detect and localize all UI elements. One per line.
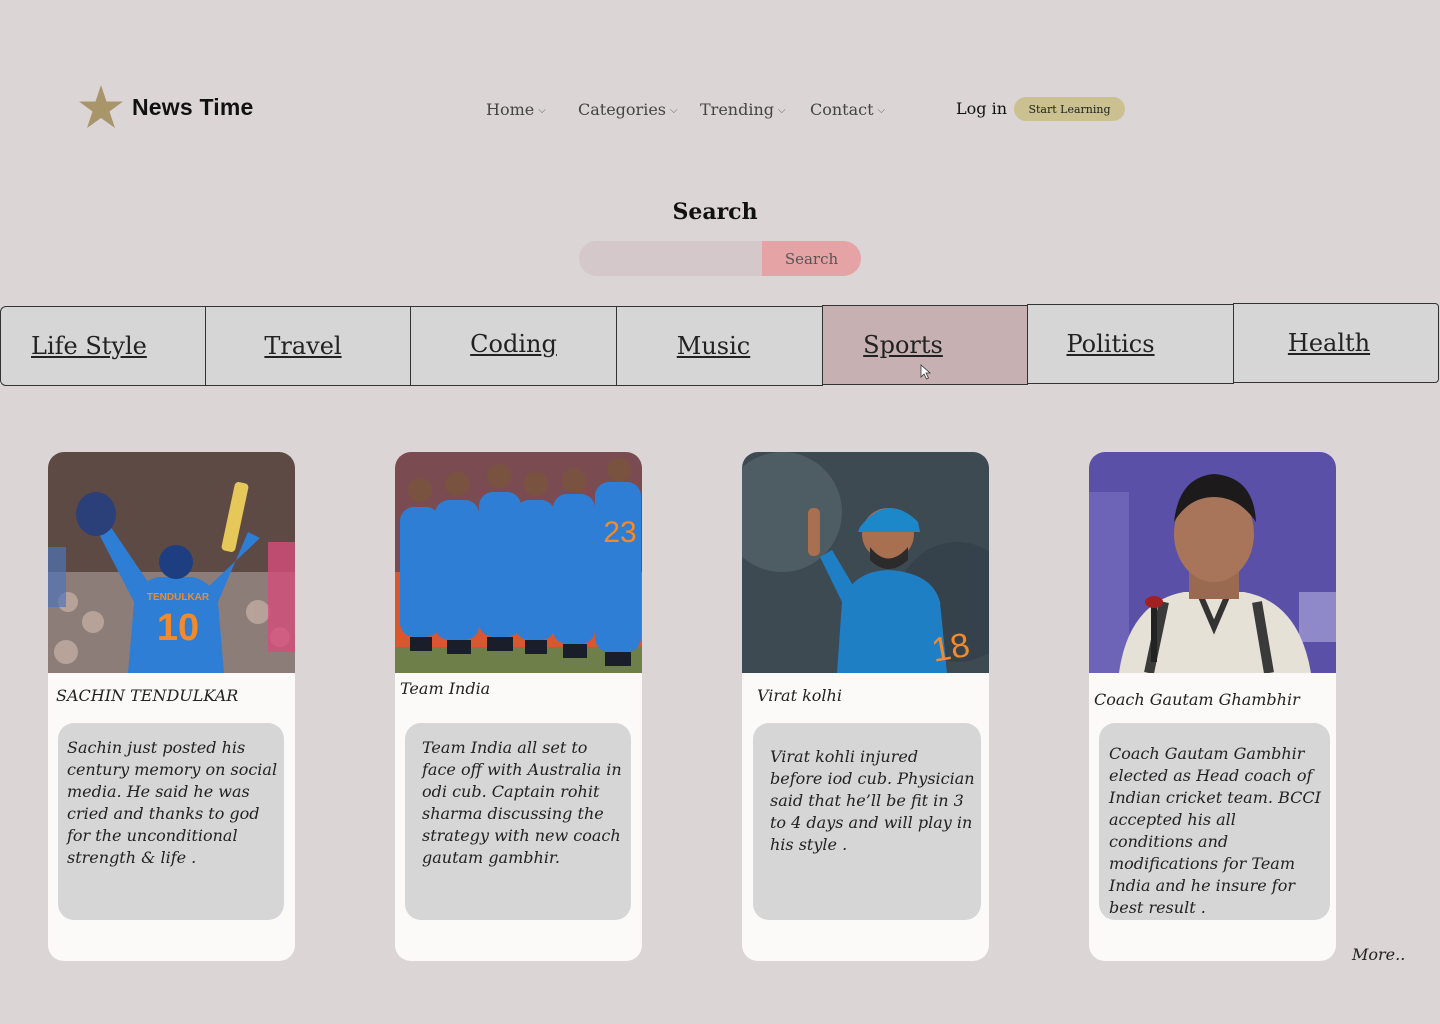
gautam-gambhir-photo: [1089, 452, 1336, 673]
tab-label: Music: [676, 332, 751, 360]
tab-politics[interactable]: Politics: [1027, 304, 1234, 384]
brand-logo[interactable]: News Time: [78, 84, 254, 130]
mouse-cursor-icon: [920, 364, 932, 380]
card-title: SACHIN TENDULKAR: [56, 686, 239, 705]
start-learning-button[interactable]: Start Learning: [1014, 97, 1125, 121]
nav-categories[interactable]: Categories ⌵: [578, 100, 678, 119]
brand-name: News Time: [132, 93, 254, 120]
news-card[interactable]: 18 Virat kolhi Virat kohli injured befor…: [742, 452, 989, 961]
news-card[interactable]: Coach Gautam Ghambhir Coach Gautam Gambh…: [1089, 452, 1336, 961]
team-india-photo: 23: [395, 452, 642, 673]
tab-label: Health: [1287, 329, 1371, 357]
card-body: Sachin just posted his century memory on…: [58, 723, 284, 920]
card-body: Virat kohli injured before iod cub. Phys…: [753, 723, 981, 920]
svg-text:23: 23: [603, 516, 636, 549]
tab-label: Life Style: [31, 332, 147, 360]
svg-text:TENDULKAR: TENDULKAR: [147, 592, 210, 603]
search-heading: Search: [672, 199, 758, 225]
tab-travel[interactable]: Travel: [205, 306, 411, 386]
star-icon: [79, 85, 123, 128]
svg-text:18: 18: [929, 626, 973, 670]
news-card[interactable]: TENDULKAR 10 SACHIN TENDULKAR Sachin jus…: [48, 452, 295, 961]
more-link[interactable]: More..: [1352, 945, 1405, 964]
search-button[interactable]: Search: [762, 241, 861, 276]
search-bar: Search: [579, 241, 861, 276]
virat-kohli-photo: 18: [742, 452, 989, 673]
nav-home[interactable]: Home ⌵: [486, 100, 546, 119]
sachin-tendulkar-photo: TENDULKAR 10: [48, 452, 295, 673]
tab-coding[interactable]: Coding: [410, 306, 617, 386]
tab-music[interactable]: Music: [616, 306, 823, 386]
nav-trending[interactable]: Trending ⌵: [700, 100, 786, 119]
chevron-down-icon: ⌵: [877, 105, 886, 116]
nav-categories-label: Categories: [578, 100, 666, 119]
nav-home-label: Home: [486, 100, 535, 119]
card-body: Team India all set to face off with Aust…: [405, 723, 631, 920]
tab-label: Politics: [1066, 330, 1155, 358]
login-link[interactable]: Log in: [956, 99, 1007, 118]
card-title: Coach Gautam Ghambhir: [1094, 690, 1300, 709]
search-input[interactable]: [579, 241, 762, 276]
nav-contact[interactable]: Contact ⌵: [810, 100, 885, 119]
card-title: Team India: [400, 679, 491, 698]
news-card[interactable]: 23 Team India Team India all set to face…: [395, 452, 642, 961]
tab-label: Travel: [264, 332, 342, 360]
svg-text:10: 10: [157, 607, 199, 649]
nav-trending-label: Trending: [700, 100, 774, 119]
nav-contact-label: Contact: [810, 100, 874, 119]
chevron-down-icon: ⌵: [778, 105, 786, 116]
tab-health[interactable]: Health: [1233, 303, 1439, 383]
card-title: Virat kolhi: [757, 686, 842, 705]
chevron-down-icon: ⌵: [538, 105, 546, 116]
tab-label: Sports: [863, 331, 943, 359]
card-body: Coach Gautam Gambhir elected as Head coa…: [1099, 723, 1330, 920]
tab-life-style[interactable]: Life Style: [0, 306, 206, 386]
chevron-down-icon: ⌵: [670, 105, 678, 116]
tab-label: Coding: [470, 330, 557, 358]
